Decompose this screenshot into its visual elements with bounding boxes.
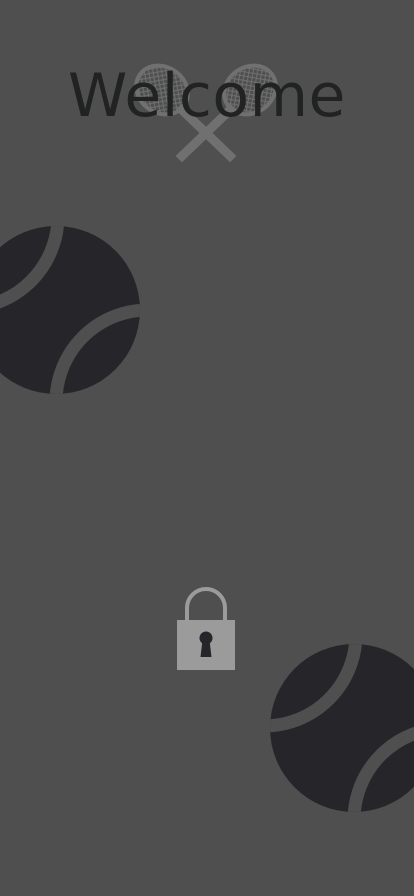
tennis-ball-icon [0, 226, 140, 394]
page-title: Welcome [68, 61, 346, 131]
tennis-ball-icon [270, 644, 414, 812]
welcome-screen: Welcome [0, 0, 414, 896]
lock-icon[interactable] [175, 586, 237, 672]
